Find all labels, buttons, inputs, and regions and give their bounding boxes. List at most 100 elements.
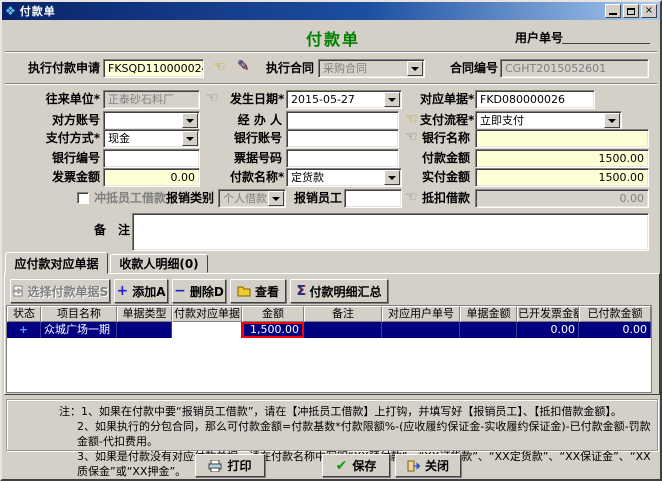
user-doc-no-label: 用户单号: [515, 29, 563, 46]
offset-loan-label: 冲抵员工借款: [94, 189, 172, 208]
dropdown-arrow-icon[interactable]: [407, 61, 423, 76]
pay-method-select[interactable]: 现金: [103, 129, 200, 148]
pay-amount-input[interactable]: 1500.00: [475, 149, 649, 168]
view-label: 查看: [255, 283, 279, 300]
invoice-amount-input[interactable]: 0.00: [103, 168, 200, 187]
close-button[interactable]: ×: [641, 4, 657, 18]
maximize-button[interactable]: [623, 4, 639, 18]
col-doc-type[interactable]: 单据类型: [117, 306, 172, 322]
col-doc-amount[interactable]: 单据金额: [460, 306, 517, 322]
pay-flow-label: 支付流程*: [420, 111, 470, 130]
remark-textarea[interactable]: [132, 213, 649, 251]
tab-payable-docs[interactable]: 应付款对应单据: [5, 252, 108, 274]
summary-label: 付款明细汇总: [309, 283, 381, 300]
pay-flow-value: 立即支付: [480, 114, 524, 127]
row-status-icon: +: [7, 322, 41, 338]
delete-button[interactable]: − 删除D: [172, 279, 226, 303]
printer-icon: [208, 460, 222, 472]
print-label: 打印: [227, 457, 251, 474]
party-account-label: 对方账号: [10, 111, 100, 130]
pay-name-select[interactable]: 定货款: [286, 168, 402, 187]
user-doc-no-underline: [562, 43, 650, 44]
select-payment-doc-label: 选择付款单据S: [28, 283, 109, 300]
row-doc-type: [117, 322, 172, 338]
dropdown-arrow-icon[interactable]: [604, 113, 620, 128]
offset-loan-checkbox[interactable]: [77, 192, 89, 204]
minimize-button[interactable]: [605, 4, 621, 18]
save-label: 保存: [352, 457, 376, 474]
folder-icon: [237, 286, 251, 297]
titlebar: ❖ 付款单 ×: [2, 2, 660, 20]
counterparty-label: 往来单位*: [10, 90, 100, 109]
save-button[interactable]: ✔ 保存: [322, 454, 390, 477]
handler-label: 经 办 人: [230, 111, 282, 130]
occur-date-label: 发生日期*: [230, 90, 282, 109]
pay-flow-select[interactable]: 立即支付: [475, 111, 622, 130]
payment-request-input[interactable]: FKSQD110000024: [103, 59, 204, 78]
col-project[interactable]: 项目名称: [41, 306, 117, 322]
table-header-row: 状态 项目名称 单据类型 付款对应单据 金额 备注 对应用户单号 单据金额 已开…: [7, 306, 651, 322]
related-doc-input[interactable]: FKD080000026: [475, 90, 595, 109]
related-doc-label: 对应单据*: [420, 90, 470, 109]
bank-name-input[interactable]: [475, 129, 649, 148]
remark-label: 备 注: [92, 221, 130, 240]
actual-amount-input[interactable]: 1500.00: [475, 168, 649, 187]
row-invoiced-amount: 0.00: [517, 322, 579, 338]
party-account-select[interactable]: [103, 111, 200, 130]
col-user-doc-no[interactable]: 对应用户单号: [382, 306, 460, 322]
close-form-button[interactable]: 关闭: [395, 454, 461, 477]
actual-amount-label: 实付金额: [420, 168, 470, 187]
payment-detail-summary-button[interactable]: Σ 付款明细汇总: [290, 279, 388, 303]
browse-payment-request-icon[interactable]: ☜: [213, 59, 226, 75]
bank-code-input[interactable]: [103, 149, 200, 168]
col-pay-doc[interactable]: 付款对应单据: [172, 306, 242, 322]
dropdown-arrow-icon: [268, 191, 284, 206]
row-pay-doc-cell[interactable]: [172, 322, 242, 338]
tab-payee-detail[interactable]: 收款人明细(0): [110, 254, 208, 273]
row-remark: [304, 322, 382, 338]
print-button[interactable]: 打印: [195, 454, 265, 477]
exec-contract-label: 执行合同: [264, 59, 314, 78]
reimburse-employee-input[interactable]: [344, 189, 402, 208]
add-button[interactable]: + 添加A: [114, 279, 168, 303]
close-form-label: 关闭: [425, 457, 449, 474]
app-icon: ❖: [5, 5, 16, 17]
separator: [5, 51, 657, 53]
bank-account-input[interactable]: [286, 129, 399, 148]
row-user-doc-no: [382, 322, 460, 338]
browse-bank-account-icon: ☜: [405, 129, 418, 145]
reimburse-type-value: 个人借款: [223, 192, 267, 205]
col-status[interactable]: 状态: [7, 306, 41, 322]
row-project: 众城广场一期: [41, 322, 117, 338]
col-remark[interactable]: 备注: [304, 306, 382, 322]
contract-no-input: CGHT2015052601: [500, 59, 649, 78]
view-button[interactable]: 查看: [230, 279, 286, 303]
pay-amount-label: 付款金额: [420, 149, 470, 168]
edit-pen-icon[interactable]: ✎: [237, 58, 249, 74]
exit-door-icon: [407, 460, 420, 472]
col-invoiced-amount[interactable]: 已开发票金额: [517, 306, 579, 322]
add-label: 添加A: [132, 283, 165, 300]
save-check-icon: ✔: [336, 458, 348, 474]
dropdown-arrow-icon[interactable]: [384, 170, 400, 185]
browse-handler-icon[interactable]: ☜: [405, 111, 418, 127]
bank-code-label: 银行编号: [10, 149, 100, 168]
col-paid-amount[interactable]: 已付款金额: [579, 306, 651, 322]
exec-contract-select[interactable]: 采购合同: [318, 59, 425, 78]
col-amount[interactable]: 金额: [242, 306, 304, 322]
plus-icon: +: [116, 283, 128, 299]
dropdown-arrow-icon[interactable]: [182, 113, 198, 128]
minus-icon: −: [174, 283, 186, 299]
delete-label: 删除D: [190, 283, 224, 300]
note-line-1: 注：1、如果在付款中要“报销员工借款”，请在【冲抵员工借款】上打钩，并填写好【报…: [59, 404, 657, 419]
bill-no-label: 票据号码: [230, 149, 282, 168]
bill-no-input[interactable]: [286, 149, 399, 168]
table-row[interactable]: + 众城广场一期 1,500.00 0.00 0.00: [7, 322, 651, 338]
handler-input[interactable]: [286, 111, 399, 130]
row-amount-cell-highlighted[interactable]: 1,500.00: [242, 322, 304, 338]
dropdown-arrow-icon[interactable]: [384, 92, 400, 107]
dropdown-arrow-icon[interactable]: [182, 131, 198, 146]
reimburse-employee-label: 报销员工: [294, 189, 340, 208]
bank-name-label: 银行名称: [420, 129, 470, 148]
occur-date-select[interactable]: 2015-05-27: [286, 90, 402, 109]
